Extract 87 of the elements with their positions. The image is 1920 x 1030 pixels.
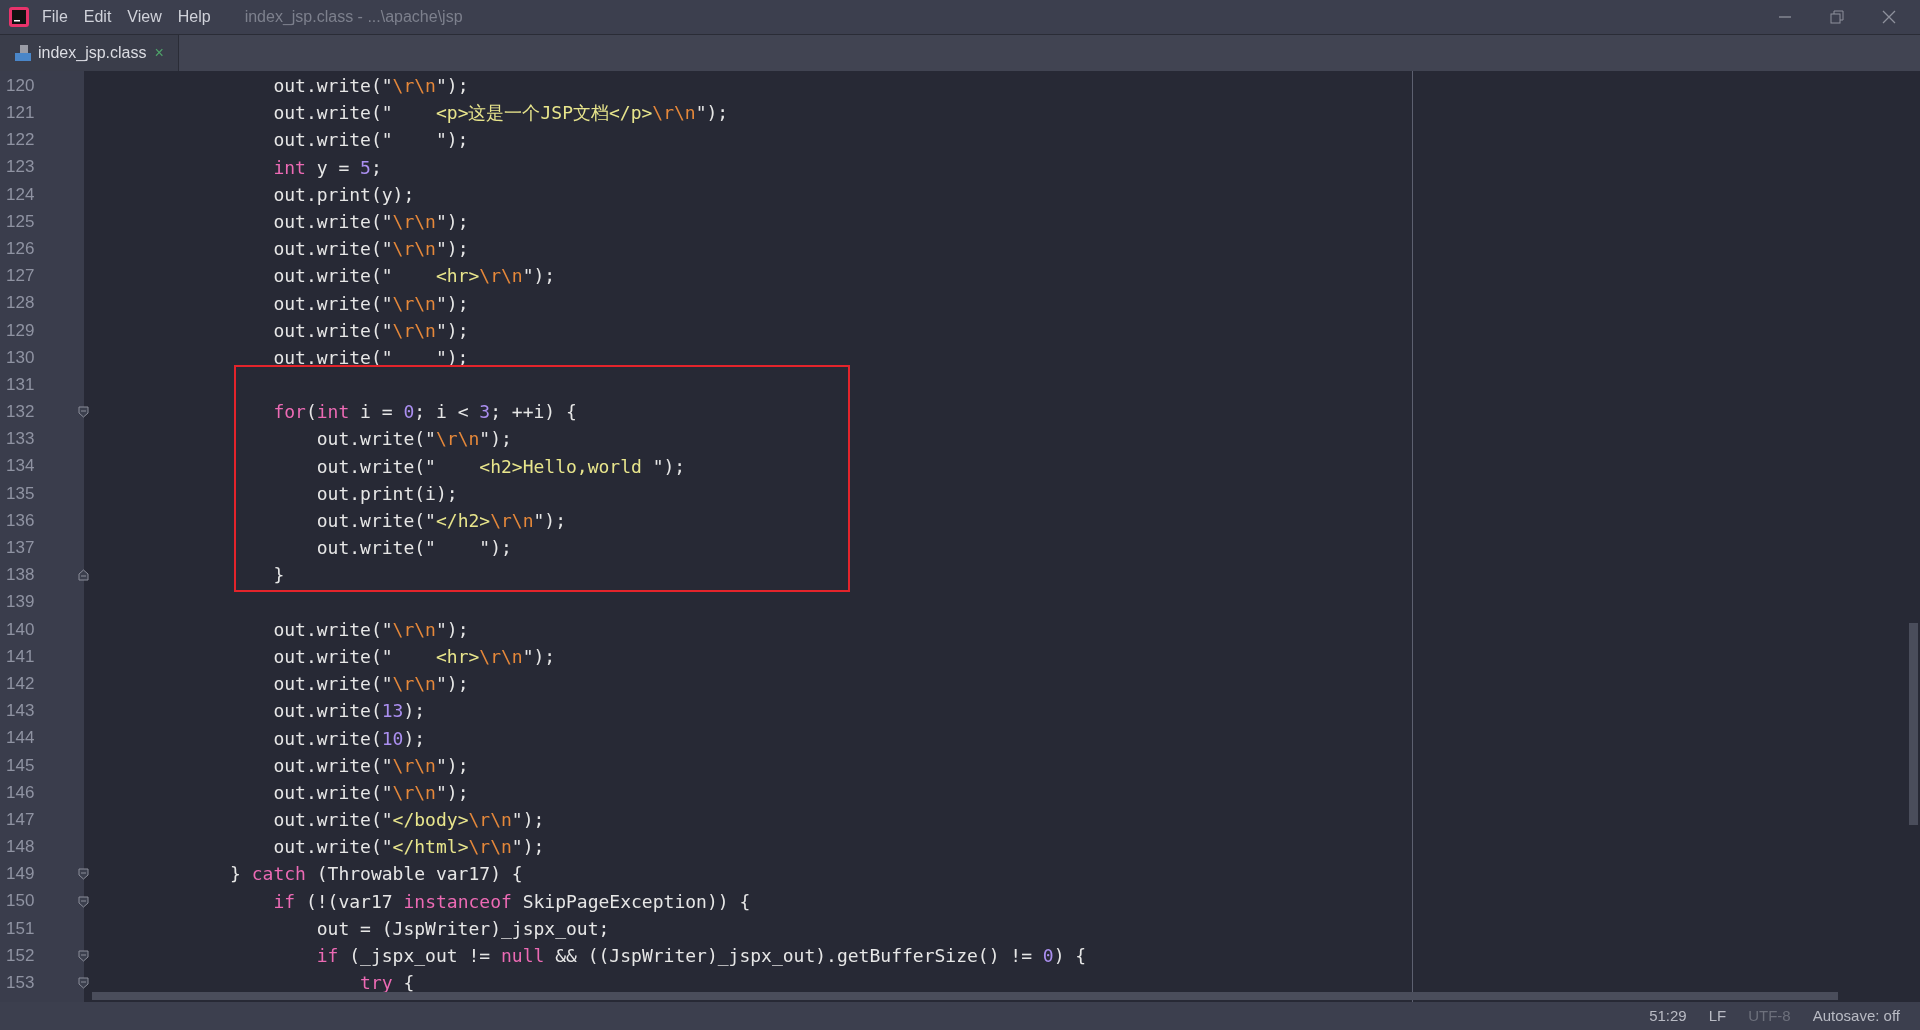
line-number: 134 — [6, 455, 35, 478]
window-title: index_jsp.class - ...\apache\jsp — [244, 7, 463, 27]
line-number: 135 — [6, 482, 35, 505]
menu-item[interactable]: View — [127, 5, 162, 29]
line-number: 150 — [6, 890, 35, 913]
fold-icon[interactable] — [78, 406, 89, 419]
line-number: 141 — [6, 645, 35, 668]
line-number: 125 — [6, 210, 35, 233]
status-item[interactable]: 51:29 — [1649, 1004, 1687, 1028]
menu-item[interactable]: Help — [177, 5, 211, 29]
line-number: 153 — [6, 972, 35, 995]
line-number: 120 — [6, 74, 35, 97]
line-number: 128 — [6, 292, 35, 315]
code-line: try { — [359, 971, 415, 996]
code-line: out.write("\r\n"); — [272, 318, 469, 343]
code-line: } catch (Throwable var17) { — [229, 862, 523, 887]
line-number: 140 — [6, 618, 35, 641]
line-number: 126 — [6, 237, 35, 260]
code-line: out.write("\r\n"); — [272, 209, 469, 234]
code-line: if (!(var17 instanceof SkipPageException)) { — [272, 889, 751, 914]
line-number: 143 — [6, 700, 35, 723]
code-line: out.write(" <hr>\r\n"); — [272, 644, 556, 669]
line-number: 132 — [6, 401, 35, 424]
code-line: out.write("\r\n"); — [272, 780, 469, 805]
horizontal-scrollbar[interactable] — [92, 992, 1838, 1000]
fold-icon[interactable] — [78, 895, 89, 908]
line-number: 151 — [6, 917, 35, 940]
line-number: 144 — [6, 727, 35, 750]
line-number: 129 — [6, 319, 35, 342]
code-line: out.print(i); — [315, 481, 458, 506]
code-line: out.write("\r\n"); — [272, 617, 469, 642]
line-number: 124 — [6, 183, 35, 206]
line-number: 145 — [6, 754, 35, 777]
code-line: int y = 5; — [272, 155, 382, 180]
vertical-scrollbar[interactable] — [1909, 623, 1918, 825]
line-number: 133 — [6, 428, 35, 451]
code-line: out.write(" "); — [315, 536, 512, 561]
code-line: out.write("</html>\r\n"); — [272, 835, 545, 860]
code-line: out.write("\r\n"); — [315, 427, 512, 452]
tab-close-button[interactable]: × — [154, 41, 164, 65]
line-number: 122 — [6, 129, 35, 152]
line-number: 142 — [6, 672, 35, 695]
code-line: if (_jspx_out != null && ((JspWriter)_jspx_out).getBufferSize() != 0) { — [315, 944, 1087, 968]
code-line: out.write("\r\n"); — [272, 237, 469, 262]
menu-item[interactable]: File — [42, 5, 68, 29]
line-number: 149 — [6, 863, 35, 886]
line-number: 147 — [6, 808, 35, 831]
line-number: 139 — [6, 591, 35, 614]
code-line: out.write("</h2>\r\n"); — [315, 509, 566, 533]
code-line: out.write("</body>\r\n"); — [272, 808, 545, 833]
status-item[interactable]: Autosave: off — [1812, 1004, 1900, 1028]
code-line: for(int i = 0; i < 3; ++i) { — [272, 400, 577, 425]
code-line: out.write(" <h2>Hello,world "); — [315, 454, 686, 479]
line-number: 136 — [6, 509, 35, 532]
code-line: out.write(10); — [272, 726, 426, 751]
fold-icon[interactable] — [78, 977, 89, 990]
line-number: 148 — [6, 836, 35, 859]
code-line: out.write(" <hr>\r\n"); — [272, 264, 556, 289]
code-line: out.write("\r\n"); — [272, 291, 469, 316]
app-logo-icon — [8, 6, 30, 28]
code-line: out.write("\r\n"); — [272, 753, 469, 778]
line-number: 131 — [6, 373, 35, 396]
fold-icon[interactable] — [78, 868, 89, 881]
code-line: out.write(" <p>这是一个JSP文档</p>\r\n"); — [272, 101, 729, 126]
line-number: 137 — [6, 537, 35, 560]
code-line: out.write("\r\n"); — [272, 74, 469, 98]
fold-icon[interactable] — [78, 569, 89, 582]
status-item[interactable]: LF — [1708, 1004, 1727, 1028]
code-line: } — [272, 563, 285, 588]
fold-icon[interactable] — [78, 950, 89, 962]
line-number: 146 — [6, 781, 35, 804]
code-line: out.write("\r\n"); — [272, 672, 469, 697]
code-line: out = (JspWriter)_jspx_out; — [315, 916, 610, 941]
line-number: 138 — [6, 564, 35, 587]
code-line: out.write(" "); — [272, 128, 469, 153]
restore-icon[interactable] — [1830, 10, 1844, 24]
line-number: 152 — [6, 944, 35, 967]
close-icon[interactable] — [1882, 10, 1896, 24]
menu-item[interactable]: Edit — [83, 5, 112, 29]
line-number: 127 — [6, 265, 35, 288]
code-line: out.print(y); — [272, 182, 415, 207]
line-number: 130 — [6, 346, 35, 369]
line-number: 123 — [6, 156, 35, 179]
line-number: 121 — [6, 102, 35, 125]
editor-tab[interactable]: index_jsp.class × — [0, 35, 179, 71]
code-line: out.write(13); — [272, 699, 426, 724]
class-file-icon — [14, 44, 32, 62]
